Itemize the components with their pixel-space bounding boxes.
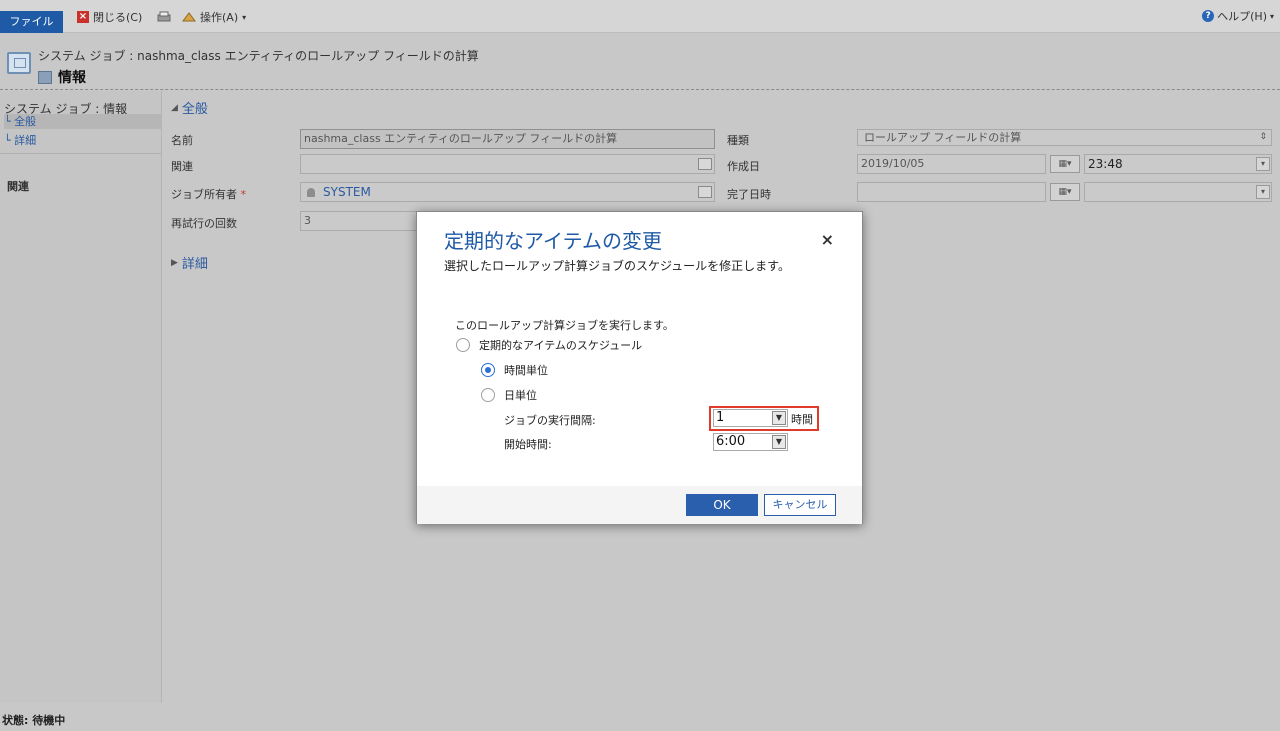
name-field[interactable]: nashma_class エンティティのロールアップ フィールドの計算: [300, 129, 715, 149]
help-icon: ?: [1202, 10, 1215, 22]
start-time-select[interactable]: 6:00 ▼: [713, 433, 788, 451]
user-icon: [307, 188, 315, 197]
related-label: 関連: [171, 160, 193, 173]
file-tab[interactable]: ファイル: [0, 11, 63, 33]
owner-label: ジョブ所有者 *: [171, 188, 247, 201]
interval-unit: 時間: [791, 413, 813, 426]
type-label: 種類: [727, 134, 749, 147]
breadcrumb: システム ジョブ : nashma_class エンティティのロールアップ フィ…: [38, 49, 479, 63]
completed-time-field[interactable]: [1084, 182, 1272, 202]
dialog-subtitle: 選択したロールアップ計算ジョブのスケジュールを修正します。: [444, 259, 790, 273]
status-text: 状態: 待機中: [2, 714, 66, 727]
chevron-down-icon[interactable]: ▼: [772, 411, 786, 425]
section-general-label: 全般: [181, 102, 208, 117]
calendar-icon[interactable]: ▦▾: [1050, 155, 1080, 173]
interval-value: 1: [716, 410, 725, 425]
dialog-footer: OK キャンセル: [417, 486, 862, 524]
form-icon: [38, 70, 52, 84]
owner-lookup[interactable]: SYSTEM: [300, 182, 715, 202]
time-dropdown-icon[interactable]: ▾: [1256, 185, 1270, 199]
completed-date-field[interactable]: [857, 182, 1046, 202]
retry-field[interactable]: 3: [300, 211, 420, 231]
close-button[interactable]: × 閉じる(C): [77, 8, 142, 26]
start-time-label: 開始時間:: [504, 438, 552, 451]
radio-daily[interactable]: 日単位: [481, 387, 537, 403]
dialog-instruction: このロールアップ計算ジョブを実行します。: [455, 319, 674, 332]
radio-hourly-label: 時間単位: [504, 364, 548, 377]
page-title-text: 情報: [58, 70, 86, 86]
created-date-field[interactable]: 2019/10/05: [857, 154, 1046, 174]
help-menu[interactable]: ? ヘルプ(H) ▾: [1202, 8, 1274, 24]
type-select[interactable]: ロールアップ フィールドの計算 ⇕: [857, 129, 1272, 146]
dialog-title: 定期的なアイテムの変更: [444, 229, 662, 253]
section-details-toggle[interactable]: ▶ 詳細: [171, 253, 208, 272]
actions-icon: [182, 12, 196, 22]
interval-select[interactable]: 1 ▼: [713, 409, 788, 427]
required-marker: *: [240, 188, 247, 201]
collapse-triangle-icon: ◢: [171, 102, 178, 113]
section-details-label: 詳細: [181, 257, 208, 272]
name-label: 名前: [171, 134, 193, 147]
actions-menu[interactable]: 操作(A) ▾: [182, 8, 246, 26]
page-header: システム ジョブ : nashma_class エンティティのロールアップ フィ…: [0, 34, 1280, 90]
section-general-toggle[interactable]: ◢ 全般: [171, 98, 208, 117]
created-label: 作成日: [727, 160, 760, 173]
lookup-icon[interactable]: [698, 158, 712, 170]
nav-related[interactable]: 関連: [7, 178, 29, 194]
owner-value[interactable]: SYSTEM: [323, 185, 371, 199]
start-time-value: 6:00: [716, 434, 746, 449]
ribbon: ファイル × 閉じる(C) 操作(A) ▾ ? ヘルプ(H) ▾: [0, 0, 1280, 33]
print-button[interactable]: [157, 8, 171, 26]
expand-triangle-icon: ▶: [171, 257, 178, 268]
cancel-button[interactable]: キャンセル: [764, 494, 836, 516]
close-button-label: 閉じる(C): [93, 11, 143, 24]
system-job-icon: [7, 52, 31, 74]
status-bar: 状態: 待機中: [0, 703, 1280, 731]
actions-label: 操作(A): [200, 11, 239, 24]
printer-icon: [157, 11, 171, 22]
left-nav: システム ジョブ : 情報 └ 全般 └ 詳細 関連: [0, 91, 162, 703]
related-lookup[interactable]: [300, 154, 715, 174]
chevron-down-icon: ▾: [1269, 11, 1274, 21]
radio-recurring[interactable]: 定期的なアイテムのスケジュール: [456, 337, 642, 353]
recurrence-dialog: 定期的なアイテムの変更 × 選択したロールアップ計算ジョブのスケジュールを修正し…: [416, 211, 863, 524]
select-arrows-icon: ⇕: [1259, 132, 1267, 142]
created-time-field[interactable]: 23:48: [1084, 154, 1272, 174]
nav-item-details[interactable]: └ 詳細: [4, 133, 161, 148]
ok-button[interactable]: OK: [686, 494, 758, 516]
close-icon[interactable]: ×: [821, 230, 834, 249]
retry-label: 再試行の回数: [171, 217, 237, 230]
radio-daily-button[interactable]: [481, 388, 495, 402]
calendar-icon[interactable]: ▦▾: [1050, 183, 1080, 201]
radio-recurring-button[interactable]: [456, 338, 470, 352]
radio-daily-label: 日単位: [504, 389, 537, 402]
chevron-down-icon: ▾: [242, 12, 247, 22]
chevron-down-icon[interactable]: ▼: [772, 435, 786, 449]
radio-hourly-button[interactable]: [481, 363, 495, 377]
radio-hourly[interactable]: 時間単位: [481, 362, 548, 378]
nav-divider: [0, 153, 162, 154]
page-title: 情報: [38, 67, 86, 87]
radio-recurring-label: 定期的なアイテムのスケジュール: [479, 339, 643, 352]
close-icon: ×: [77, 11, 89, 23]
time-dropdown-icon[interactable]: ▾: [1256, 157, 1270, 171]
nav-item-general[interactable]: └ 全般: [4, 114, 161, 129]
completed-label: 完了日時: [727, 188, 771, 201]
help-label: ヘルプ(H): [1217, 10, 1267, 23]
interval-label: ジョブの実行間隔:: [504, 414, 596, 427]
lookup-icon[interactable]: [698, 186, 712, 198]
